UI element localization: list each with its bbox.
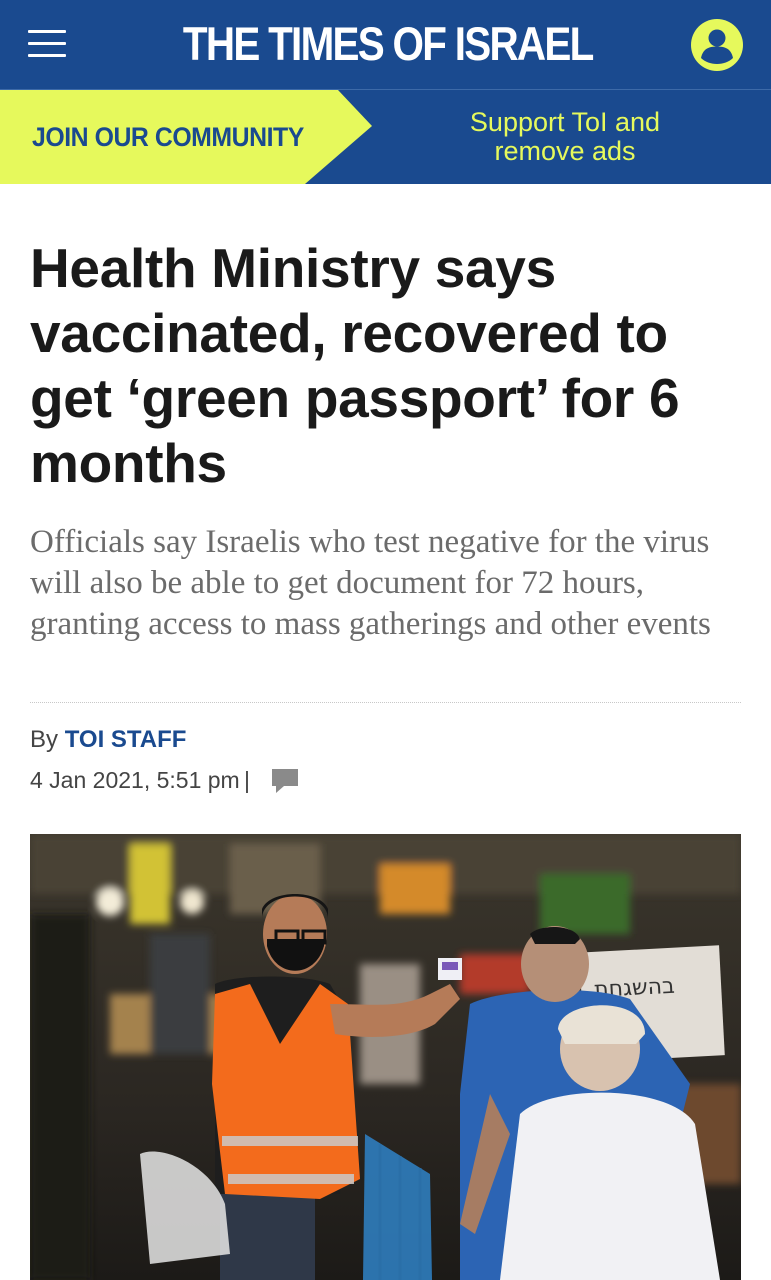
menu-line (28, 54, 66, 57)
community-banner: JOIN OUR COMMUNITY Support ToI and remov… (0, 90, 771, 184)
top-navigation-bar: THE TIMES OF ISRAEL (0, 0, 771, 90)
menu-line (28, 42, 66, 45)
menu-line (28, 30, 66, 33)
user-account-icon[interactable] (690, 18, 744, 72)
join-community-button[interactable]: JOIN OUR COMMUNITY (0, 90, 372, 184)
byline-prefix: By (30, 726, 59, 753)
divider (30, 702, 741, 703)
comment-bubble-icon[interactable] (272, 769, 298, 794)
article-photo[interactable]: בהשגחת (30, 834, 741, 1280)
meta-separator: | (244, 767, 250, 793)
byline: By TOI STAFF (30, 726, 186, 754)
join-community-label: JOIN OUR COMMUNITY (32, 122, 304, 152)
author-link[interactable]: TOI STAFF (65, 726, 187, 753)
support-remove-ads-link[interactable]: Support ToI and remove ads (430, 108, 700, 166)
article-subheadline: Officials say Israelis who test negative… (30, 524, 711, 642)
publish-date: 4 Jan 2021, 5:51 pm (30, 767, 240, 793)
article-headline: Health Ministry says vaccinated, recover… (30, 237, 680, 494)
site-logo[interactable]: THE TIMES OF ISRAEL (183, 14, 594, 74)
market-scene-image: בהשגחת (30, 834, 741, 1280)
hamburger-menu-icon[interactable] (28, 28, 66, 60)
